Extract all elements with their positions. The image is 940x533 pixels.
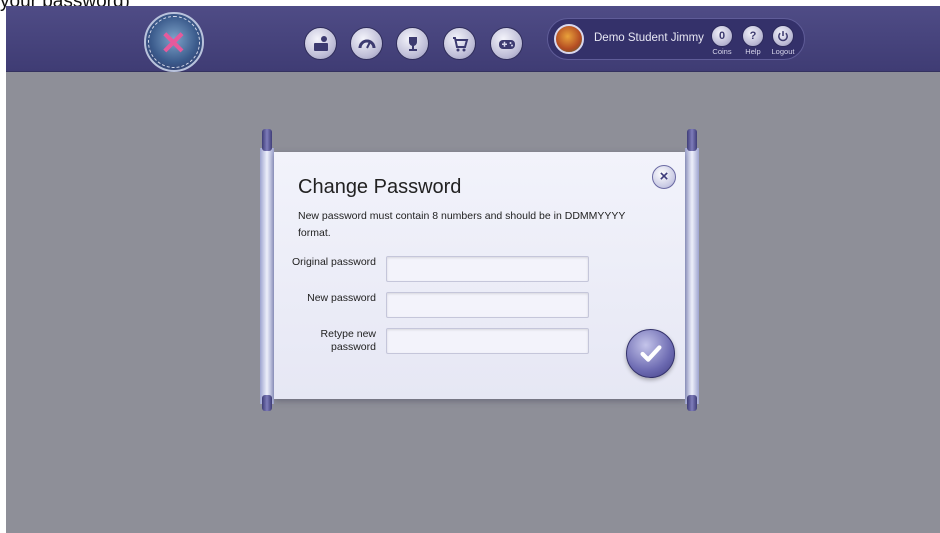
scroll-left-side: [260, 148, 274, 404]
change-password-dialog: Change Password × New password must cont…: [274, 152, 685, 399]
retype-password-input[interactable]: [386, 328, 589, 354]
dialog-title: Change Password: [298, 176, 462, 198]
original-password-label: Original password: [291, 256, 376, 268]
scroll-rod-top-left: [262, 129, 272, 151]
retype-password-label: Retype new password: [320, 328, 376, 353]
scroll-right-side: [685, 148, 699, 404]
logout-button[interactable]: [772, 25, 794, 47]
mandarin-matrix-logo[interactable]: ✕: [144, 12, 204, 72]
help-label: Help: [745, 47, 761, 56]
avatar[interactable]: [554, 24, 584, 54]
close-button[interactable]: ×: [652, 165, 676, 189]
help-button[interactable]: ?: [742, 25, 764, 47]
password-rule-message: New password must contain 8 numbers and …: [298, 210, 626, 239]
coins-label: Coins: [712, 47, 732, 56]
new-password-input[interactable]: [386, 292, 589, 318]
progress-gauge-icon[interactable]: [350, 27, 383, 60]
logo-x-mark: ✕: [160, 25, 187, 61]
top-nav-bar: ✕ Demo Student Jimmy 0 Coins ? Help Logo…: [6, 6, 940, 72]
scroll-rod-bottom-right: [687, 395, 697, 411]
submit-button[interactable]: [626, 329, 675, 378]
shop-cart-icon[interactable]: [443, 27, 476, 60]
original-password-input[interactable]: [386, 256, 589, 282]
reader-icon[interactable]: [304, 27, 337, 60]
trophy-icon[interactable]: [396, 27, 429, 60]
power-icon: [778, 31, 788, 42]
scroll-rod-top-right: [687, 129, 697, 151]
coins-button[interactable]: 0: [711, 25, 733, 47]
logout-label: Logout: [771, 47, 795, 56]
user-info-panel: Demo Student Jimmy 0 Coins ? Help Logout: [547, 18, 805, 60]
checkmark-icon: [640, 344, 661, 362]
new-password-label: New password: [307, 292, 376, 304]
gamepad-icon[interactable]: [490, 27, 523, 60]
user-name: Demo Student Jimmy: [594, 32, 704, 44]
app-window: ✕ Demo Student Jimmy 0 Coins ? Help Logo…: [6, 6, 940, 533]
scroll-rod-bottom-left: [262, 395, 272, 411]
